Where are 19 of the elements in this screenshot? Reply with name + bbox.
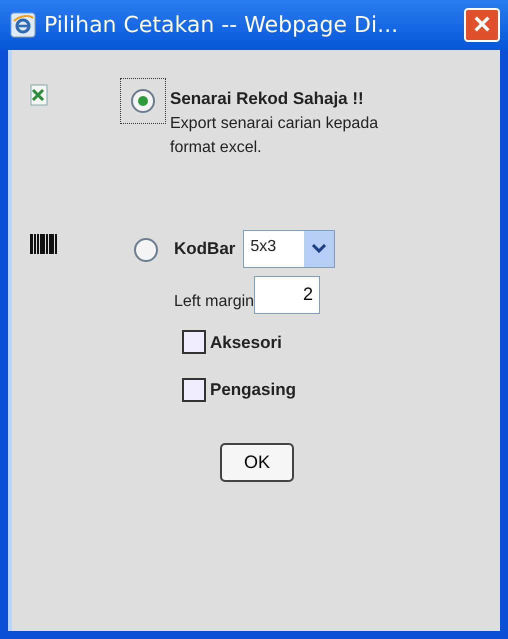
- field-label: Left margin: [174, 292, 254, 312]
- spreadsheet-icon: [30, 84, 48, 106]
- size-select[interactable]: 5x3: [243, 230, 336, 268]
- caret-icon: [312, 244, 326, 254]
- option-title: KodBar: [174, 238, 236, 260]
- margin-field[interactable]: 2: [254, 276, 320, 314]
- window-title: Pilihan Cetakan -- Webpage Di...: [44, 12, 400, 40]
- checkbox[interactable]: [182, 378, 206, 402]
- checkbox-label: Pengasing: [210, 379, 296, 401]
- option-description: Export senarai carian kepada format excel.: [170, 114, 380, 158]
- option-title: Senarai Rekod Sahaja !!: [170, 88, 365, 110]
- checkbox[interactable]: [182, 330, 206, 354]
- radio-button[interactable]: [131, 89, 155, 113]
- barcode-icon: [30, 234, 58, 254]
- checkbox-label: Aksesori: [210, 332, 282, 354]
- ok-button[interactable]: OK: [220, 442, 294, 482]
- close-button[interactable]: ×: [464, 8, 500, 42]
- browser-icon: [10, 12, 36, 38]
- radio-button[interactable]: [134, 238, 158, 262]
